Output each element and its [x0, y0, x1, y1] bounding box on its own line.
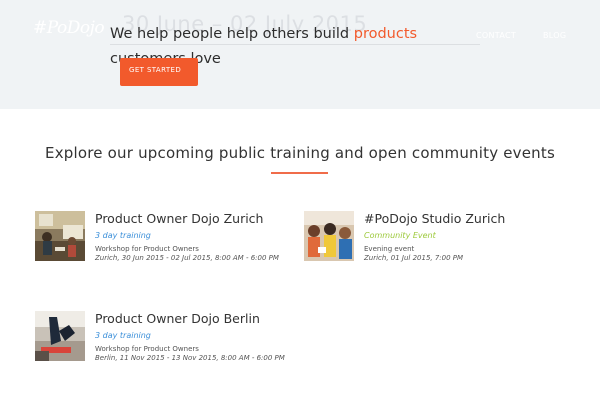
event-type: Community Event	[364, 231, 436, 240]
hero-banner: #PoDojo 30 June – 02 July 2015 CONTACT B…	[0, 0, 600, 109]
event-title[interactable]: Product Owner Dojo Zurich	[95, 211, 263, 226]
event-date: Zurich, 30 Jun 2015 - 02 Jul 2015, 8:00 …	[95, 254, 279, 262]
event-type: 3 day training	[95, 231, 151, 240]
tagline-start: We help people help others build	[110, 26, 354, 42]
section-title: Explore our upcoming public training and…	[45, 144, 555, 162]
event-description: Workshop for Product Owners	[95, 345, 199, 353]
nav-contact-link[interactable]: CONTACT	[476, 31, 516, 40]
get-started-button[interactable]: GET STARTED	[120, 58, 198, 86]
site-logo[interactable]: #PoDojo	[33, 18, 105, 38]
event-type: 3 day training	[95, 331, 151, 340]
event-title[interactable]: Product Owner Dojo Berlin	[95, 311, 260, 326]
tagline-accent: products	[353, 26, 418, 42]
section-title-rule	[271, 172, 328, 174]
event-description: Workshop for Product Owners	[95, 245, 199, 253]
event-thumbnail[interactable]	[35, 311, 85, 361]
event-description: Evening event	[364, 245, 415, 253]
event-thumbnail[interactable]	[35, 211, 85, 261]
nav-blog-link[interactable]: BLOG	[543, 31, 566, 40]
event-title[interactable]: #PoDojo Studio Zurich	[364, 211, 505, 226]
event-date: Zurich, 01 Jul 2015, 7:00 PM	[364, 254, 464, 262]
event-date: Berlin, 11 Nov 2015 - 13 Nov 2015, 8:00 …	[95, 354, 285, 362]
event-thumbnail[interactable]	[304, 211, 354, 261]
